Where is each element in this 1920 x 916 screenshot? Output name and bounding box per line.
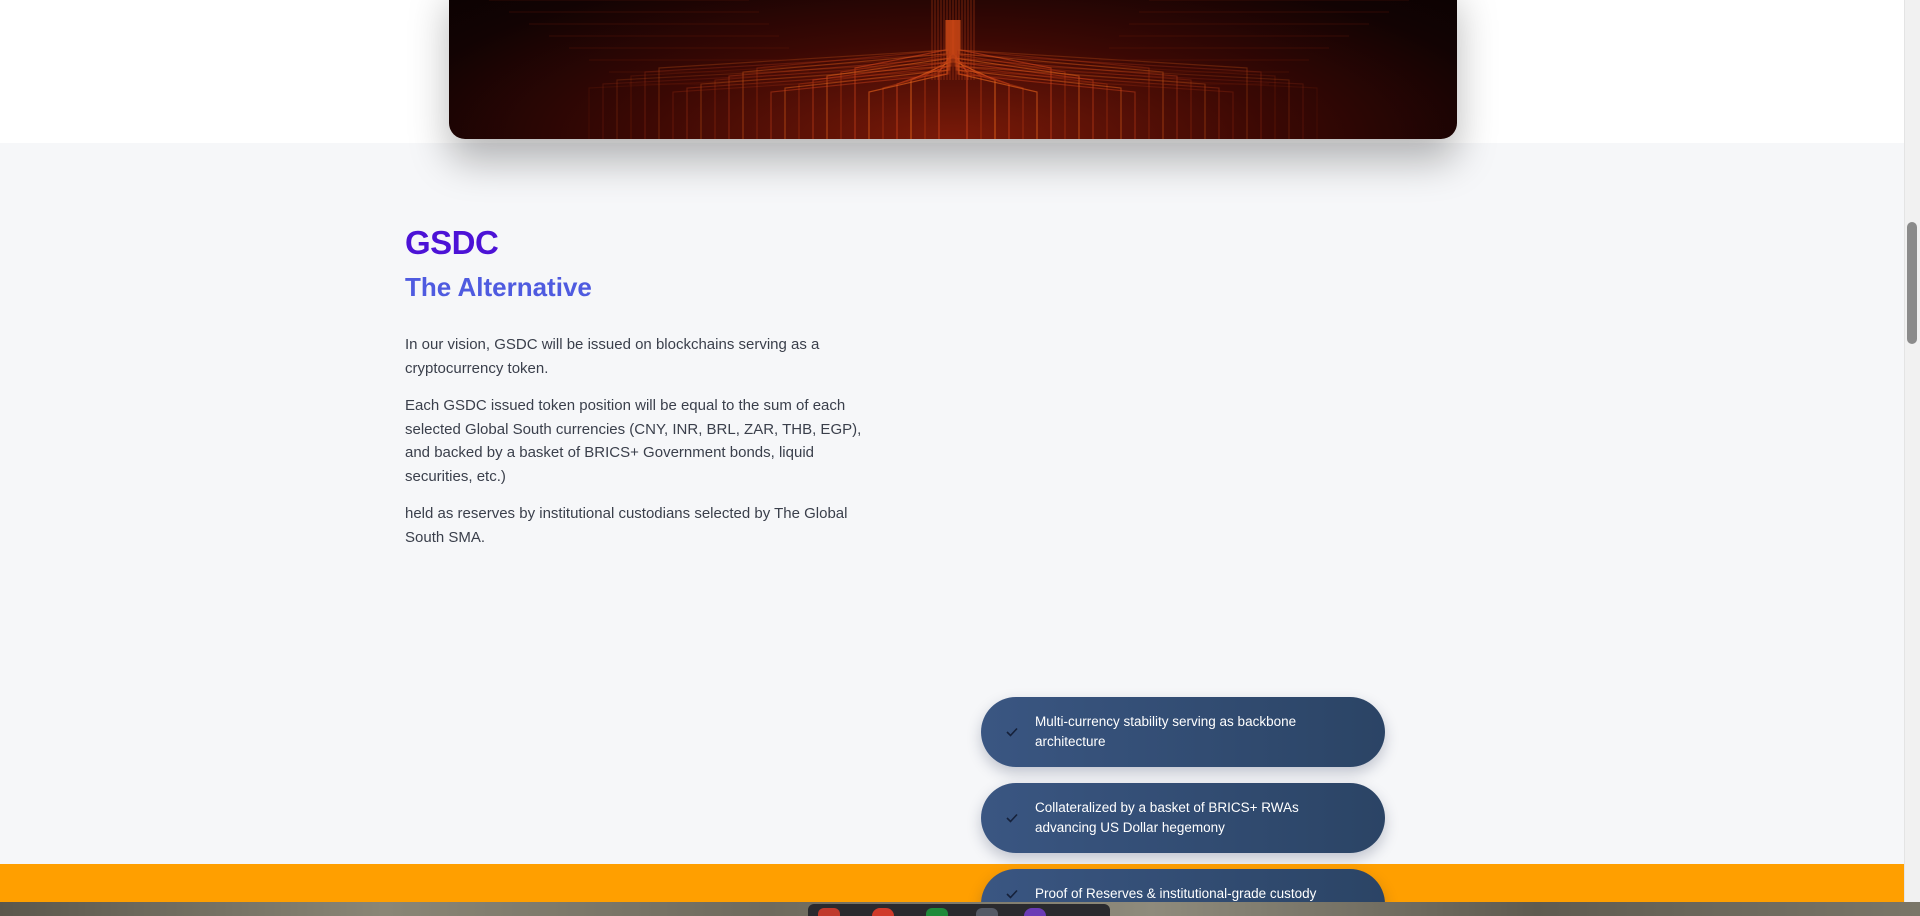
taskbar-app-icon[interactable]: [1024, 908, 1046, 916]
feature-label: Multi-currency stability serving as back…: [1035, 714, 1297, 749]
token-paragraph: Each GSDC issued token position will be …: [405, 397, 862, 485]
scrollbar-thumb[interactable]: [1907, 222, 1917, 344]
cookie-banner[interactable]: [0, 864, 1904, 902]
feature-label: Collateralized by a basket of BRICS+ RWA…: [1035, 800, 1299, 835]
check-icon: [1005, 725, 1019, 739]
reserves-paragraph: held as reserves by institutional custod…: [405, 505, 848, 546]
feature-pill-collateralized: Collateralized by a basket of BRICS+ RWA…: [981, 783, 1385, 853]
taskbar-app-icon[interactable]: [818, 908, 840, 916]
taskbar-app-icon[interactable]: [926, 908, 948, 916]
page: GSDC The Alternative In our vision, GSDC…: [0, 0, 1920, 916]
section-subtitle: The Alternative: [405, 272, 592, 302]
check-icon: [1005, 811, 1019, 825]
circuit-board-image: [449, 0, 1457, 139]
vision-paragraph: In our vision, GSDC will be issued on bl…: [405, 336, 820, 377]
feature-label: Proof of Reserves & institutional-grade …: [1035, 886, 1317, 901]
check-icon: [1005, 887, 1019, 901]
taskbar-app-icon[interactable]: [872, 908, 894, 916]
taskbar-app-icon[interactable]: [976, 908, 998, 916]
section-title: GSDC: [405, 224, 499, 261]
taskbar-app-tray: [808, 904, 1110, 916]
page-scrollbar[interactable]: [1904, 0, 1920, 902]
feature-pill-multi-currency: Multi-currency stability serving as back…: [981, 697, 1385, 767]
gsdc-section: [0, 143, 1904, 865]
